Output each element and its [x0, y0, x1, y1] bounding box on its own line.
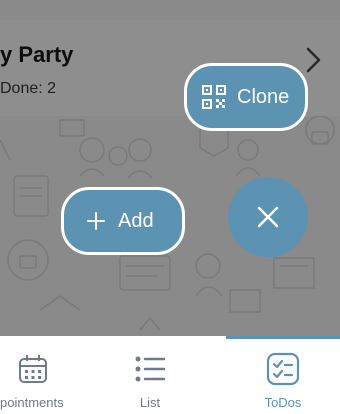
- clone-button[interactable]: Clone: [184, 63, 308, 131]
- tab-todos-label: ToDos: [264, 395, 302, 410]
- clone-label: Clone: [237, 85, 290, 108]
- calendar-icon: [19, 355, 47, 383]
- close-icon: [257, 206, 279, 228]
- add-button[interactable]: Add: [61, 187, 185, 255]
- tab-list[interactable]: List: [93, 336, 207, 414]
- card-title: y Party: [0, 42, 74, 67]
- tab-appointments-label: pointments: [0, 395, 64, 410]
- chevron-right-icon: [306, 47, 321, 73]
- list-icon: [135, 356, 166, 382]
- bottom-tab-bar: pointments List ToDos: [0, 336, 340, 414]
- tab-appointments[interactable]: pointments: [0, 336, 90, 414]
- tab-list-label: List: [139, 395, 161, 410]
- add-label: Add: [118, 209, 154, 232]
- plus-icon: [87, 212, 105, 230]
- tab-todos[interactable]: ToDos: [226, 336, 340, 414]
- app-screen: y Party Done: 2 Clone Add pointments Lis…: [0, 0, 340, 414]
- checklist-icon: [266, 352, 300, 386]
- close-fab-button[interactable]: [228, 177, 308, 257]
- qr-code-icon: [202, 85, 226, 109]
- card-subtitle: Done: 2: [0, 80, 57, 97]
